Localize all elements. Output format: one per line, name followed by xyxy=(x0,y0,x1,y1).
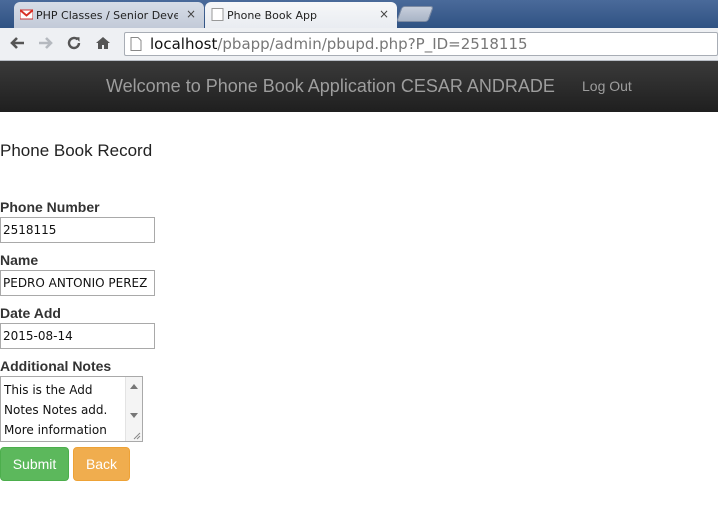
url-text: localhost/pbapp/admin/pbupd.php?P_ID=251… xyxy=(150,35,528,53)
scroll-down-icon[interactable] xyxy=(130,413,138,418)
back-arrow-icon[interactable] xyxy=(7,33,27,53)
reload-icon[interactable] xyxy=(64,33,84,53)
back-button[interactable]: Back xyxy=(73,447,130,481)
page-icon xyxy=(211,8,224,21)
tab-title: PHP Classes / Senior Developer xyxy=(36,8,178,22)
tab-title: Phone Book App xyxy=(227,8,317,22)
forward-arrow-icon[interactable] xyxy=(36,33,56,53)
new-tab-button[interactable] xyxy=(396,6,434,22)
close-tab-icon[interactable]: × xyxy=(186,7,196,21)
phone-number-input[interactable] xyxy=(0,217,155,243)
date-add-input[interactable] xyxy=(0,323,155,349)
phone-number-label: Phone Number xyxy=(0,199,100,215)
date-add-label: Date Add xyxy=(0,305,61,321)
app-navbar: Welcome to Phone Book Application CESAR … xyxy=(0,61,718,112)
name-label: Name xyxy=(0,252,39,268)
page-title: Phone Book Record xyxy=(0,141,153,160)
browser-toolbar: localhost/pbapp/admin/pbupd.php?P_ID=251… xyxy=(0,28,718,61)
browser-tab-gmail[interactable]: PHP Classes / Senior Developer × xyxy=(14,2,204,28)
browser-tab-phonebook[interactable]: Phone Book App × xyxy=(205,2,397,28)
additional-notes-textarea[interactable]: This is the Add Notes Notes add. More in… xyxy=(0,376,143,442)
name-input[interactable] xyxy=(0,270,155,296)
browser-tab-strip: PHP Classes / Senior Developer × Phone B… xyxy=(0,0,718,28)
url-path: /pbapp/admin/pbupd.php?P_ID=2518115 xyxy=(217,35,528,53)
submit-button[interactable]: Submit xyxy=(0,447,69,481)
page-icon xyxy=(130,37,142,51)
address-bar[interactable]: localhost/pbapp/admin/pbupd.php?P_ID=251… xyxy=(124,32,718,56)
navbar-brand[interactable]: Welcome to Phone Book Application CESAR … xyxy=(106,76,555,97)
logout-link[interactable]: Log Out xyxy=(582,78,632,94)
scroll-up-icon[interactable] xyxy=(130,384,138,389)
resize-grip-icon[interactable] xyxy=(131,430,141,440)
home-icon[interactable] xyxy=(93,33,113,53)
gmail-icon xyxy=(20,9,33,20)
close-tab-icon[interactable]: × xyxy=(379,7,389,21)
additional-notes-label: Additional Notes xyxy=(0,358,112,374)
notes-text: This is the Add Notes Notes add. More in… xyxy=(4,383,108,437)
url-host: localhost xyxy=(150,35,218,53)
